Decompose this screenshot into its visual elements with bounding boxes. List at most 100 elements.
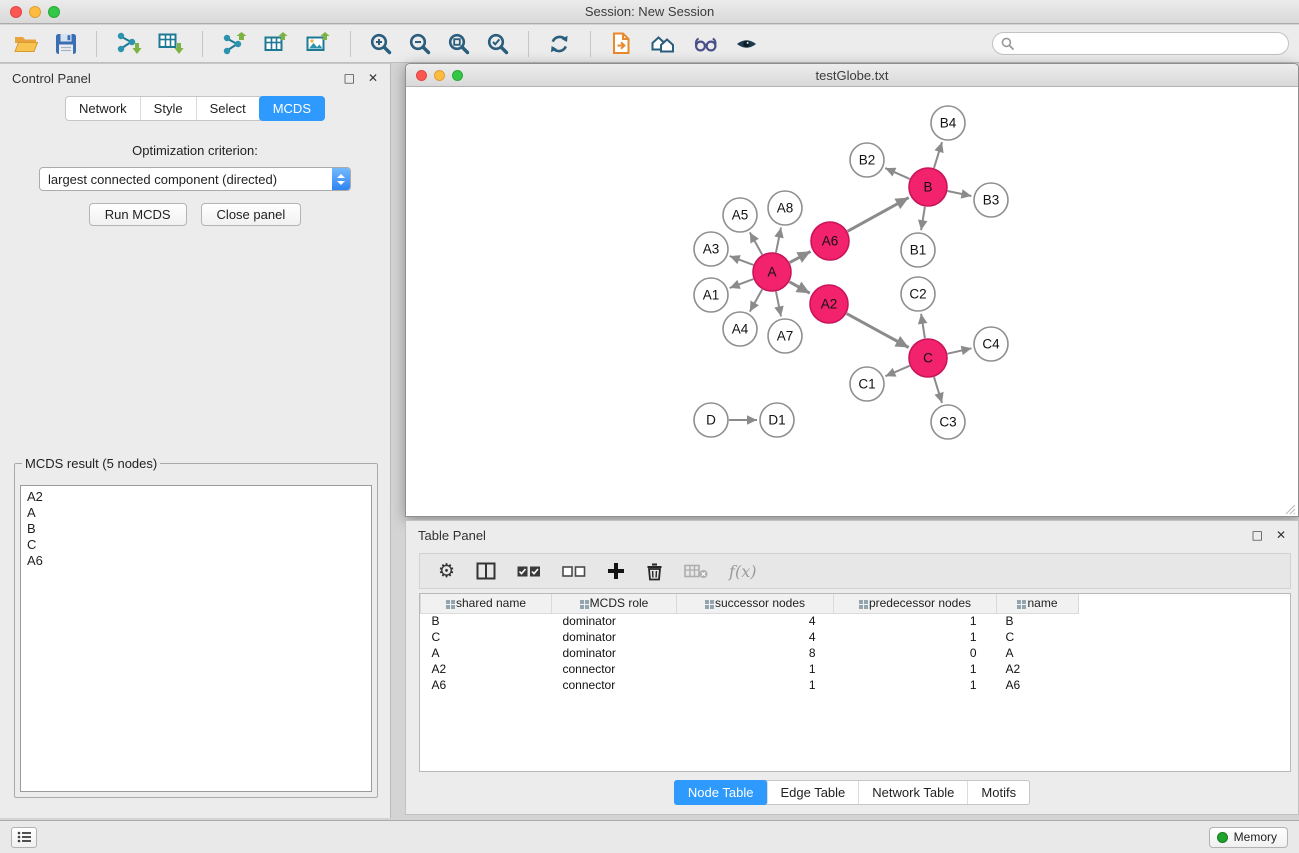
table-settings-button[interactable]: ⚙ — [438, 562, 455, 581]
table-cell[interactable]: C — [997, 629, 1079, 645]
node-C[interactable]: C — [909, 339, 947, 377]
table-cell[interactable]: 1 — [834, 677, 997, 693]
node-A4[interactable]: A4 — [723, 312, 757, 346]
edge-A2-C[interactable] — [847, 314, 909, 348]
edge-A-A3[interactable] — [730, 256, 754, 265]
node-A7[interactable]: A7 — [768, 319, 802, 353]
node-B[interactable]: B — [909, 168, 947, 206]
node-C1[interactable]: C1 — [850, 367, 884, 401]
tab-motifs[interactable]: Motifs — [968, 781, 1029, 804]
node-C3[interactable]: C3 — [931, 405, 965, 439]
zoom-selected-button[interactable] — [483, 30, 513, 58]
result-item[interactable]: C — [27, 537, 365, 553]
export-document-button[interactable] — [606, 29, 637, 58]
optimization-criterion-select[interactable]: largest connected component (directed) — [39, 167, 351, 191]
result-item[interactable]: A — [27, 505, 365, 521]
resize-grip-icon[interactable] — [1284, 503, 1296, 515]
table-cell[interactable]: dominator — [552, 645, 677, 661]
edge-A-A8[interactable] — [776, 228, 781, 253]
table-cell[interactable]: connector — [552, 677, 677, 693]
node-B2[interactable]: B2 — [850, 143, 884, 177]
table-cell[interactable]: 1 — [677, 677, 834, 693]
edge-A-A1[interactable] — [730, 279, 754, 288]
minimize-window-button[interactable] — [29, 6, 41, 18]
node-B1[interactable]: B1 — [901, 233, 935, 267]
close-panel-icon[interactable]: ✕ — [368, 72, 378, 84]
memory-button[interactable]: Memory — [1209, 827, 1288, 848]
edge-C-C4[interactable] — [948, 348, 972, 353]
node-C2[interactable]: C2 — [901, 277, 935, 311]
table-row[interactable]: A2connector11A2 — [421, 661, 1079, 677]
export-network-button[interactable] — [218, 29, 251, 58]
column-header-predecessor-nodes[interactable]: predecessor nodes — [834, 594, 997, 613]
table-cell[interactable]: A2 — [421, 661, 552, 677]
table-cell[interactable]: 8 — [677, 645, 834, 661]
edge-B-B4[interactable] — [934, 142, 942, 168]
edge-C-C3[interactable] — [934, 377, 942, 403]
close-network-window-button[interactable] — [416, 70, 427, 81]
tab-edge-table[interactable]: Edge Table — [767, 781, 859, 804]
table-cell[interactable]: A6 — [421, 677, 552, 693]
minimize-network-window-button[interactable] — [434, 70, 445, 81]
tab-select[interactable]: Select — [197, 97, 260, 120]
node-A1[interactable]: A1 — [694, 278, 728, 312]
zoom-window-button[interactable] — [48, 6, 60, 18]
table-cell[interactable]: C — [421, 629, 552, 645]
edge-B-B3[interactable] — [948, 191, 972, 196]
table-cell[interactable]: B — [997, 613, 1079, 629]
node-A2[interactable]: A2 — [810, 285, 848, 323]
node-B4[interactable]: B4 — [931, 106, 965, 140]
tab-network[interactable]: Network — [66, 97, 141, 120]
edge-C-C2[interactable] — [921, 314, 925, 338]
float-panel-icon[interactable]: □ — [344, 72, 355, 84]
show-panels-list-button[interactable] — [11, 827, 37, 848]
deselect-all-columns-button[interactable] — [562, 565, 586, 578]
edge-A-A7[interactable] — [776, 292, 781, 317]
edge-B-B1[interactable] — [921, 207, 925, 230]
table-cell[interactable]: B — [421, 613, 552, 629]
zoom-fit-button[interactable] — [444, 30, 474, 58]
table-cell[interactable]: 1 — [677, 661, 834, 677]
edge-B-B2[interactable] — [885, 168, 909, 179]
node-C4[interactable]: C4 — [974, 327, 1008, 361]
tab-style[interactable]: Style — [141, 97, 197, 120]
table-row[interactable]: A6connector11A6 — [421, 677, 1079, 693]
network-canvas[interactable]: B4B2BB3A5A8A6B1A3AC2A1A2A4A7C4CC1C3DD1 — [407, 88, 1297, 516]
open-file-button[interactable] — [10, 30, 42, 57]
edge-C-C1[interactable] — [885, 366, 909, 376]
node-table-container[interactable]: shared nameMCDS rolesuccessor nodesprede… — [419, 593, 1291, 772]
result-item[interactable]: A2 — [27, 489, 365, 505]
edge-A-A6[interactable] — [790, 251, 811, 262]
table-cell[interactable]: 0 — [834, 645, 997, 661]
import-network-button[interactable] — [112, 29, 145, 58]
edge-A-A2[interactable] — [789, 282, 809, 293]
style-glasses-button[interactable] — [689, 30, 722, 58]
tab-network-table[interactable]: Network Table — [859, 781, 968, 804]
run-mcds-button[interactable]: Run MCDS — [89, 203, 187, 226]
node-D1[interactable]: D1 — [760, 403, 794, 437]
table-cell[interactable]: A6 — [997, 677, 1079, 693]
table-cell[interactable]: dominator — [552, 629, 677, 645]
close-panel-icon[interactable]: ✕ — [1276, 529, 1286, 541]
close-window-button[interactable] — [10, 6, 22, 18]
node-B3[interactable]: B3 — [974, 183, 1008, 217]
edge-A-A4[interactable] — [750, 289, 762, 311]
table-row[interactable]: Adominator80A — [421, 645, 1079, 661]
close-panel-button[interactable]: Close panel — [201, 203, 302, 226]
zoom-network-window-button[interactable] — [452, 70, 463, 81]
global-search-input[interactable] — [1019, 37, 1280, 51]
table-cell[interactable]: 1 — [834, 613, 997, 629]
table-cell[interactable]: 1 — [834, 661, 997, 677]
network-overview-button[interactable] — [646, 30, 680, 58]
column-header-shared-name[interactable]: shared name — [421, 594, 552, 613]
import-table-button[interactable] — [154, 29, 187, 58]
edge-A-A5[interactable] — [750, 232, 762, 254]
node-A3[interactable]: A3 — [694, 232, 728, 266]
table-cell[interactable]: A2 — [997, 661, 1079, 677]
result-item[interactable]: B — [27, 521, 365, 537]
table-row[interactable]: Cdominator41C — [421, 629, 1079, 645]
table-cell[interactable]: 4 — [677, 613, 834, 629]
table-cell[interactable]: 1 — [834, 629, 997, 645]
export-table-button[interactable] — [260, 29, 293, 58]
table-cell[interactable]: A — [421, 645, 552, 661]
